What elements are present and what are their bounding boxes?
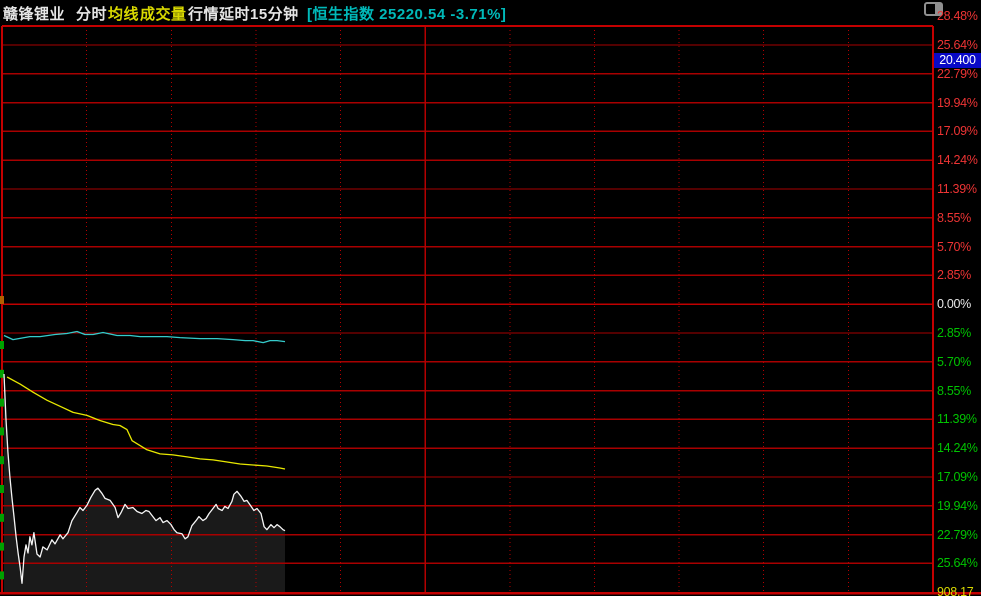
current-price-tag: 20.400: [934, 53, 981, 68]
index-quote: [恒生指数 25220.54 -3.71%]: [307, 3, 506, 24]
left-axis-tick: [0, 296, 4, 304]
left-axis-tick: [0, 543, 4, 551]
y-axis-label: 22.79%: [937, 527, 981, 543]
y-axis-label: 25.64%: [937, 555, 981, 571]
y-axis-label: 5.70%: [937, 354, 981, 370]
y-axis-label: 2.85%: [937, 325, 981, 341]
y-axis-label: 11.39%: [937, 411, 981, 427]
y-axis-label: 19.94%: [937, 498, 981, 514]
left-axis-tick: [0, 341, 4, 349]
volume-axis-label: 908.17: [937, 584, 973, 596]
left-axis-tick: [0, 427, 4, 435]
tab-volume[interactable]: 成交量: [140, 3, 187, 24]
quote-delay-notice: 行情延时15分钟: [188, 3, 299, 24]
y-axis-label: 8.55%: [937, 210, 981, 226]
y-axis-label: 17.09%: [937, 469, 981, 485]
y-axis-label: 0.00%: [937, 296, 981, 312]
price-area-fill: [4, 374, 285, 592]
y-axis-label: 22.79%: [937, 66, 981, 82]
left-axis-tick: [0, 370, 4, 378]
y-axis-label: 17.09%: [937, 123, 981, 139]
intraday-chart[interactable]: [0, 0, 981, 596]
y-axis-label: 28.48%: [937, 8, 981, 24]
y-axis-label: 5.70%: [937, 239, 981, 255]
left-axis-tick: [0, 514, 4, 522]
tab-minute-chart[interactable]: 分时: [76, 3, 107, 24]
y-axis-label: 14.24%: [937, 440, 981, 456]
y-axis-label: 2.85%: [937, 267, 981, 283]
y-axis-label: 19.94%: [937, 95, 981, 111]
tab-moving-average[interactable]: 均线: [108, 3, 139, 24]
left-axis-tick: [0, 485, 4, 493]
y-axis-label: 8.55%: [937, 383, 981, 399]
stock-name: 赣锋锂业: [3, 3, 65, 24]
left-axis-tick: [0, 456, 4, 464]
left-axis-tick: [0, 571, 4, 579]
y-axis-label: 25.64%: [937, 37, 981, 53]
y-axis-label: 14.24%: [937, 152, 981, 168]
trading-app-window: 赣锋锂业 分时 均线 成交量 行情延时15分钟 [恒生指数 25220.54 -…: [0, 0, 981, 596]
y-axis-label: 11.39%: [937, 181, 981, 197]
left-axis-tick: [0, 399, 4, 407]
